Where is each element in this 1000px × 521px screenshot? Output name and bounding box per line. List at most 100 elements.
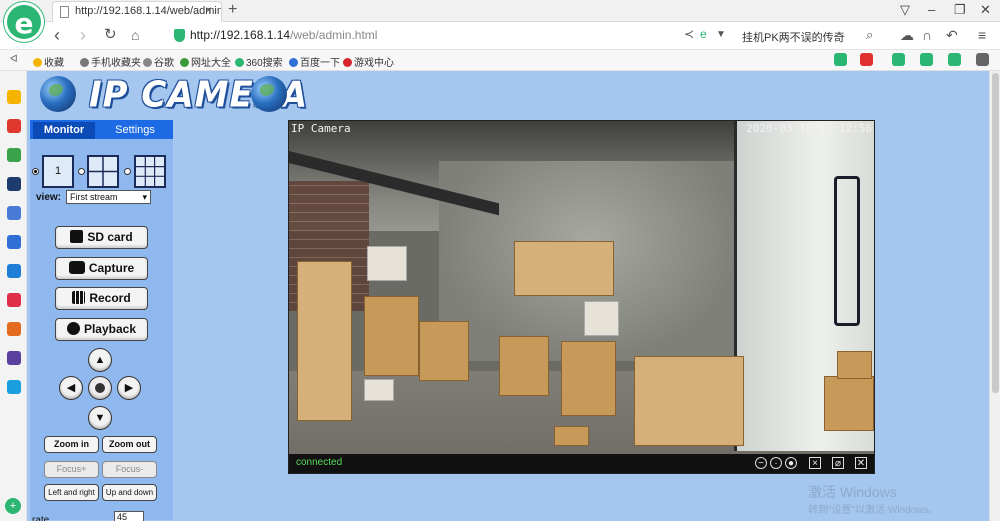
engine-icon[interactable]: e	[700, 27, 707, 41]
weibo-icon[interactable]	[7, 119, 21, 133]
layout-4-button[interactable]	[87, 155, 119, 188]
scissors-icon[interactable]	[860, 53, 873, 66]
tab-close-icon[interactable]: ×	[205, 3, 212, 17]
search-input[interactable]: 挂机PK两不误的传奇	[742, 29, 845, 45]
video-feed[interactable]: IP Camera 2020-03-18 11:12:56 connected …	[288, 120, 875, 474]
minimize-button[interactable]: –	[928, 2, 935, 17]
playback-button[interactable]: Playback	[55, 318, 148, 341]
focus-minus-button[interactable]: Focus-	[102, 461, 157, 478]
fav-item-baidu[interactable]: 百度一下	[289, 54, 340, 69]
video-timestamp: 2020-03-18 11:12:56	[746, 122, 872, 135]
scene-box	[837, 351, 872, 379]
rate-label: rate	[32, 515, 50, 521]
p-app-icon[interactable]	[7, 380, 21, 394]
360-icon	[235, 58, 244, 67]
focus-plus-button[interactable]: Focus+	[44, 461, 99, 478]
sd-card-button[interactable]: SD card	[55, 226, 148, 249]
cloud-icon[interactable]: ☁	[900, 27, 914, 44]
game-app-icon[interactable]	[7, 264, 21, 278]
news-icon[interactable]	[7, 177, 21, 191]
zoom-in-circle-icon[interactable]: ●	[785, 457, 797, 469]
game2-icon[interactable]	[7, 322, 21, 336]
star-icon	[33, 58, 42, 67]
fav-item-mobile[interactable]: 手机收藏夹	[80, 54, 141, 69]
layout-9-radio[interactable]	[124, 168, 131, 175]
layout-4-radio[interactable]	[78, 168, 85, 175]
mic-mute-icon[interactable]: ⌀	[832, 457, 844, 469]
scene-door-frame	[834, 176, 860, 326]
home-icon[interactable]: ⌂	[131, 25, 139, 45]
ptz-left-button[interactable]: ◀	[59, 376, 83, 400]
url-host: http://192.168.1.14	[190, 28, 291, 42]
chevron-down-icon[interactable]: ▼	[716, 29, 726, 40]
camera-icon	[68, 261, 85, 274]
back-icon[interactable]: ‹	[54, 25, 60, 45]
left-right-cruise-button[interactable]: Left and right	[44, 484, 99, 501]
browser-tab-bar: e http://192.168.1.14/web/admin × + ▽ – …	[0, 0, 1000, 42]
scene-box-pile	[514, 241, 614, 296]
headphones-icon[interactable]: ∩	[922, 27, 932, 43]
scene-box	[824, 376, 874, 431]
ptz-up-button[interactable]: ▲	[88, 348, 112, 372]
extension-icon[interactable]	[892, 53, 905, 66]
ptz-down-button[interactable]: ▼	[88, 406, 112, 430]
add-app-icon[interactable]: +	[5, 498, 21, 514]
gamepad-icon[interactable]	[948, 53, 961, 66]
tab-settings[interactable]: Settings	[99, 122, 171, 139]
sidebar-toggle-icon[interactable]: ᐊ	[10, 54, 18, 65]
search-icon[interactable]: ⌕	[866, 27, 873, 43]
record-button[interactable]: Record	[55, 287, 148, 310]
scene-box	[499, 336, 549, 396]
favorites-star-icon[interactable]	[7, 90, 21, 104]
shield-check-icon[interactable]	[920, 53, 933, 66]
url-input[interactable]: http://192.168.1.14/web/admin.html	[168, 25, 728, 47]
reset-circle-icon[interactable]: ·	[770, 457, 782, 469]
ptz-center-button[interactable]	[88, 376, 112, 400]
layout-1-button[interactable]: 1	[42, 155, 74, 188]
zoom-out-circle-icon[interactable]: −	[755, 457, 767, 469]
zoom-in-button[interactable]: Zoom in	[44, 436, 99, 453]
capture-button[interactable]: Capture	[55, 257, 148, 280]
scrollbar-thumb[interactable]	[992, 73, 999, 393]
chat-icon[interactable]	[7, 235, 21, 249]
mail-icon[interactable]	[7, 148, 21, 162]
grid-icon[interactable]	[976, 53, 989, 66]
shop-icon[interactable]	[7, 293, 21, 307]
up-down-cruise-button[interactable]: Up and down	[102, 484, 157, 501]
tools-icon[interactable]: ✕	[855, 457, 867, 469]
scene-open-box	[634, 356, 744, 446]
layout-9-button[interactable]	[134, 155, 166, 188]
camera-web-page: IP CAMERA Monitor Settings 1 view: First…	[27, 71, 989, 521]
speaker-mute-icon[interactable]: ×	[809, 457, 821, 469]
new-tab-button[interactable]: +	[228, 1, 237, 19]
zoom-out-button[interactable]: Zoom out	[102, 436, 157, 453]
reload-icon[interactable]: ↻	[104, 25, 117, 45]
fav-item-shoucang[interactable]: 收藏	[33, 54, 64, 69]
rate-select[interactable]: 45	[114, 511, 144, 521]
fav-item-hao[interactable]: 网址大全	[180, 54, 231, 69]
scene-box	[364, 379, 394, 401]
page-scrollbar[interactable]	[989, 71, 1000, 521]
game3-icon[interactable]	[7, 351, 21, 365]
extension-icon[interactable]	[834, 53, 847, 66]
forward-icon[interactable]: ›	[80, 25, 86, 45]
globe-icon	[251, 76, 287, 112]
skin-icon[interactable]: ▽	[900, 2, 910, 18]
view-label: view:	[36, 192, 62, 203]
fav-item-google[interactable]: 谷歌	[143, 54, 174, 69]
browser-tab[interactable]: http://192.168.1.14/web/admin	[52, 1, 222, 22]
maximize-button[interactable]: ❐	[954, 2, 966, 18]
doc-icon[interactable]	[7, 206, 21, 220]
undo-icon[interactable]: ↶	[946, 27, 958, 44]
scene-box	[419, 321, 469, 381]
browser-logo-icon[interactable]: e	[4, 2, 44, 42]
menu-icon[interactable]: ≡	[978, 27, 986, 43]
close-window-button[interactable]: ✕	[980, 2, 991, 18]
layout-1-radio[interactable]	[32, 168, 39, 175]
fav-item-games[interactable]: 游戏中心	[343, 54, 394, 69]
tab-monitor[interactable]: Monitor	[33, 122, 95, 139]
stream-select[interactable]: First stream	[66, 190, 151, 204]
ptz-right-button[interactable]: ▶	[117, 376, 141, 400]
share-icon[interactable]: ≺	[684, 27, 694, 41]
fav-item-360[interactable]: 360搜索	[235, 54, 283, 69]
